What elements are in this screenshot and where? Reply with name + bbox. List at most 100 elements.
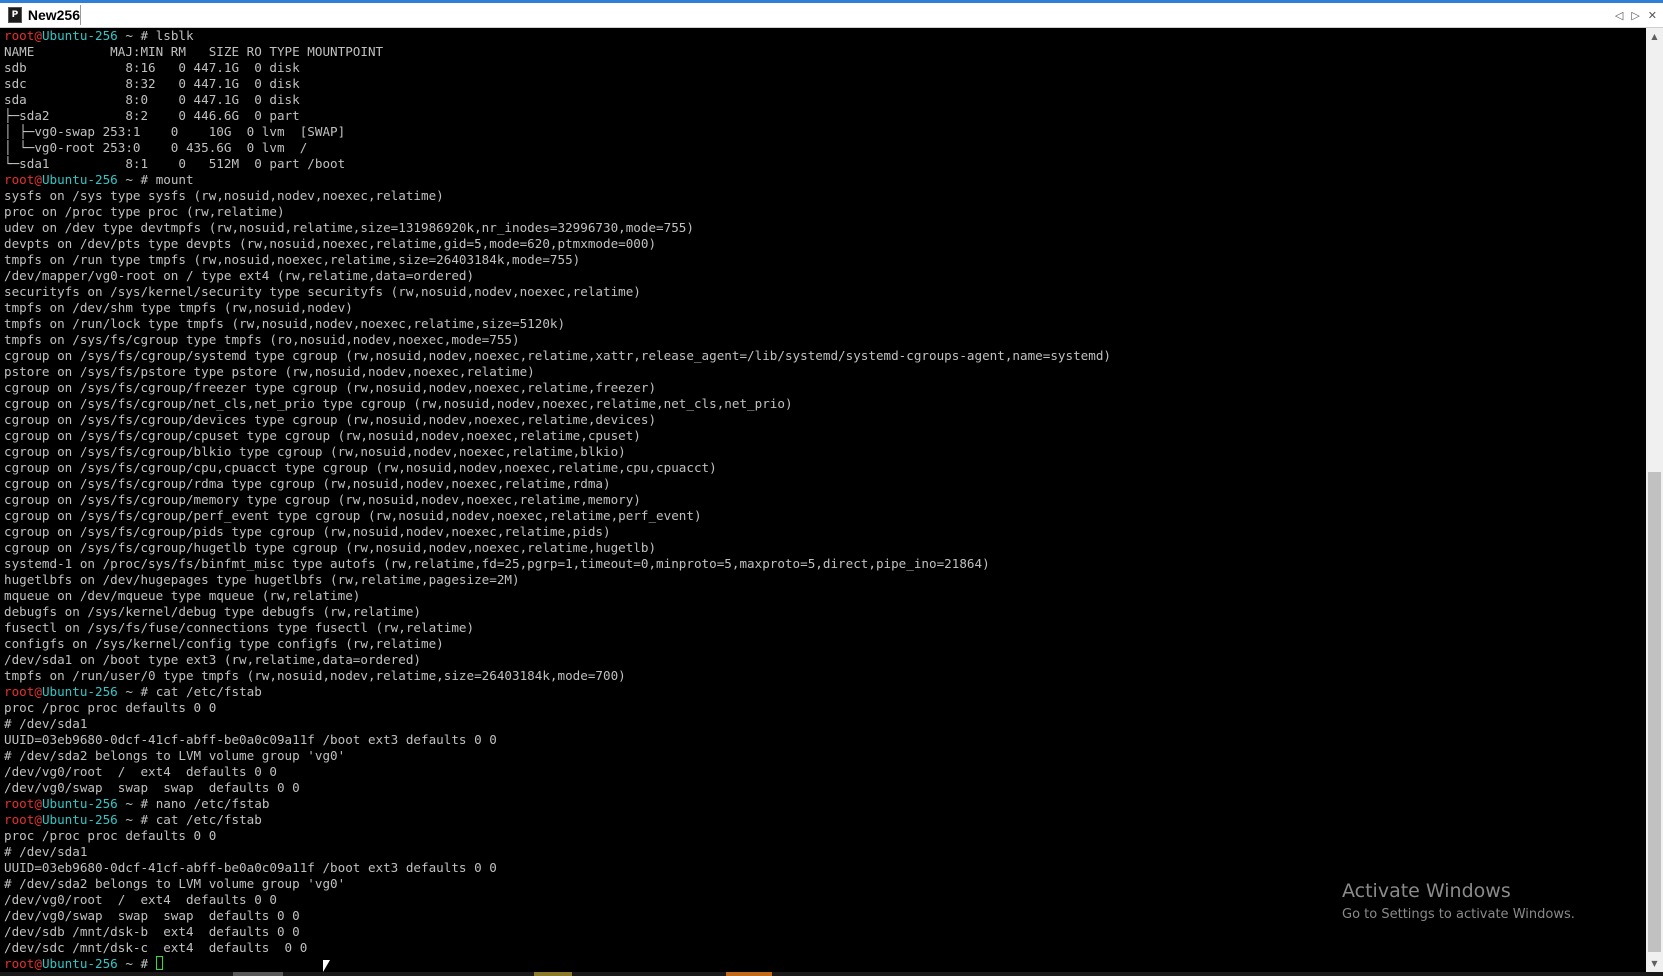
- tab-controls: ◁ ▷ ✕: [1615, 6, 1657, 24]
- output-line: /dev/sdb /mnt/dsk-b ext4 defaults 0 0: [4, 924, 300, 939]
- output-line: /dev/vg0/root / ext4 defaults 0 0: [4, 764, 277, 779]
- output-line: /dev/vg0/swap swap swap defaults 0 0: [4, 780, 300, 795]
- prompt-line: root@Ubuntu-256 ~ #: [4, 956, 1644, 972]
- prompt-at: @: [34, 684, 42, 699]
- output-line: cgroup on /sys/fs/cgroup/devices type cg…: [4, 412, 657, 427]
- output-line: udev on /dev type devtmpfs (rw,nosuid,re…: [4, 220, 694, 235]
- prompt-suffix: ~ #: [117, 812, 156, 827]
- prompt-suffix: ~ #: [117, 956, 156, 971]
- output-line: debugfs on /sys/kernel/debug type debugf…: [4, 604, 422, 619]
- output-line: cgroup on /sys/fs/cgroup/systemd type cg…: [4, 348, 1111, 363]
- output-line: cgroup on /sys/fs/cgroup/cpu,cpuacct typ…: [4, 460, 717, 475]
- terminal-icon: P: [8, 7, 22, 23]
- output-line: cgroup on /sys/fs/cgroup/rdma type cgrou…: [4, 476, 611, 491]
- prompt-host: Ubuntu-256: [41, 812, 118, 827]
- output-line: sdc 8:32 0 447.1G 0 disk: [4, 76, 300, 91]
- output-line: cgroup on /sys/fs/cgroup/memory type cgr…: [4, 492, 641, 507]
- output-line: configfs on /sys/kernel/config type conf…: [4, 636, 444, 651]
- output-line: securityfs on /sys/kernel/security type …: [4, 284, 641, 299]
- prompt-at: @: [34, 172, 42, 187]
- output-line: tmpfs on /sys/fs/cgroup type tmpfs (ro,n…: [4, 332, 520, 347]
- prompt-suffix: ~ #: [117, 28, 156, 43]
- prompt-at: @: [34, 28, 42, 43]
- terminal-output[interactable]: root@Ubuntu-256 ~ # lsblk NAME MAJ:MIN RM…: [4, 28, 1644, 972]
- output-line: fusectl on /sys/fs/fuse/connections type…: [4, 620, 475, 635]
- prompt-host: Ubuntu-256: [41, 684, 118, 699]
- session-tab[interactable]: P New256: [4, 5, 81, 25]
- prompt-host: Ubuntu-256: [41, 28, 118, 43]
- prompt-line: root@Ubuntu-256 ~ # mount: [4, 172, 1644, 188]
- command-text: lsblk: [155, 28, 194, 43]
- output-line: │ └─vg0-root 253:0 0 435.6G 0 lvm /: [4, 140, 308, 155]
- tab-next-icon[interactable]: ▷: [1631, 9, 1639, 22]
- vertical-scrollbar[interactable]: ▲ ▼: [1646, 28, 1663, 972]
- output-line: │ ├─vg0-swap 253:1 0 10G 0 lvm [SWAP]: [4, 124, 346, 139]
- taskbar-edge: [0, 972, 1663, 976]
- tab-prev-icon[interactable]: ◁: [1615, 9, 1623, 22]
- output-line: └─sda1 8:1 0 512M 0 part /boot: [4, 156, 346, 171]
- output-line: cgroup on /sys/fs/cgroup/cpuset type cgr…: [4, 428, 641, 443]
- prompt-host: Ubuntu-256: [41, 956, 118, 971]
- output-line: sdb 8:16 0 447.1G 0 disk: [4, 60, 300, 75]
- output-line: tmpfs on /run/user/0 type tmpfs (rw,nosu…: [4, 668, 626, 683]
- output-line: proc on /proc type proc (rw,relatime): [4, 204, 285, 219]
- prompt-user: root: [4, 812, 35, 827]
- output-line: # /dev/sda1: [4, 844, 88, 859]
- output-line: devpts on /dev/pts type devpts (rw,nosui…: [4, 236, 657, 251]
- output-line: cgroup on /sys/fs/cgroup/pids type cgrou…: [4, 524, 611, 539]
- taskbar-item[interactable]: [726, 972, 772, 976]
- scroll-up-icon[interactable]: ▲: [1646, 28, 1663, 45]
- output-line: proc /proc proc defaults 0 0: [4, 828, 217, 843]
- output-line: tmpfs on /run/lock type tmpfs (rw,nosuid…: [4, 316, 566, 331]
- prompt-host: Ubuntu-256: [41, 796, 118, 811]
- prompt-suffix: ~ #: [117, 172, 156, 187]
- putty-window: P New256 ◁ ▷ ✕ root@Ubuntu-256 ~ # lsblk…: [0, 0, 1663, 976]
- output-line: cgroup on /sys/fs/cgroup/net_cls,net_pri…: [4, 396, 793, 411]
- prompt-line: root@Ubuntu-256 ~ # cat /etc/fstab: [4, 812, 1644, 828]
- prompt-at: @: [34, 796, 42, 811]
- output-line: /dev/sda1 on /boot type ext3 (rw,relatim…: [4, 652, 422, 667]
- prompt-line: root@Ubuntu-256 ~ # cat /etc/fstab: [4, 684, 1644, 700]
- output-line: NAME MAJ:MIN RM SIZE RO TYPE MOUNTPOINT: [4, 44, 384, 59]
- output-line: UUID=03eb9680-0dcf-41cf-abff-be0a0c09a11…: [4, 732, 497, 747]
- output-line: /dev/sdc /mnt/dsk-c ext4 defaults 0 0: [4, 940, 308, 955]
- tab-close-icon[interactable]: ✕: [1648, 9, 1657, 22]
- output-line: cgroup on /sys/fs/cgroup/perf_event type…: [4, 508, 702, 523]
- prompt-at: @: [34, 956, 42, 971]
- mouse-pointer-icon: [323, 960, 330, 972]
- output-line: # /dev/sda2 belongs to LVM volume group …: [4, 748, 346, 763]
- prompt-user: root: [4, 796, 35, 811]
- scroll-down-icon[interactable]: ▼: [1646, 955, 1663, 972]
- prompt-suffix: ~ #: [117, 796, 156, 811]
- output-line: UUID=03eb9680-0dcf-41cf-abff-be0a0c09a11…: [4, 860, 497, 875]
- output-line: sda 8:0 0 447.1G 0 disk: [4, 92, 300, 107]
- taskbar-item[interactable]: [534, 972, 572, 976]
- prompt-user: root: [4, 956, 35, 971]
- prompt-suffix: ~ #: [117, 684, 156, 699]
- output-line: tmpfs on /run type tmpfs (rw,nosuid,noex…: [4, 252, 581, 267]
- prompt-host: Ubuntu-256: [41, 172, 118, 187]
- command-text: nano /etc/fstab: [155, 796, 270, 811]
- output-line: mqueue on /dev/mqueue type mqueue (rw,re…: [4, 588, 361, 603]
- tab-strip: P New256 ◁ ▷ ✕: [0, 3, 1663, 28]
- prompt-user: root: [4, 28, 35, 43]
- watermark-title: Activate Windows: [1342, 880, 1511, 902]
- scrollbar-thumb[interactable]: [1648, 472, 1661, 952]
- output-line: # /dev/sda1: [4, 716, 88, 731]
- command-text: cat /etc/fstab: [155, 812, 262, 827]
- output-line: proc /proc proc defaults 0 0: [4, 700, 217, 715]
- output-line: cgroup on /sys/fs/cgroup/hugetlb type cg…: [4, 540, 657, 555]
- command-text: mount: [155, 172, 194, 187]
- output-line: tmpfs on /dev/shm type tmpfs (rw,nosuid,…: [4, 300, 353, 315]
- output-line: cgroup on /sys/fs/cgroup/blkio type cgro…: [4, 444, 626, 459]
- prompt-user: root: [4, 172, 35, 187]
- output-line: cgroup on /sys/fs/cgroup/freezer type cg…: [4, 380, 657, 395]
- session-tab-label: New256: [27, 7, 80, 23]
- prompt-at: @: [34, 812, 42, 827]
- prompt-line: root@Ubuntu-256 ~ # lsblk: [4, 28, 1644, 44]
- watermark-subtitle: Go to Settings to activate Windows.: [1342, 907, 1575, 922]
- output-line: hugetlbfs on /dev/hugepages type hugetlb…: [4, 572, 520, 587]
- prompt-line: root@Ubuntu-256 ~ # nano /etc/fstab: [4, 796, 1644, 812]
- taskbar-item[interactable]: [233, 972, 283, 976]
- output-line: sysfs on /sys type sysfs (rw,nosuid,node…: [4, 188, 444, 203]
